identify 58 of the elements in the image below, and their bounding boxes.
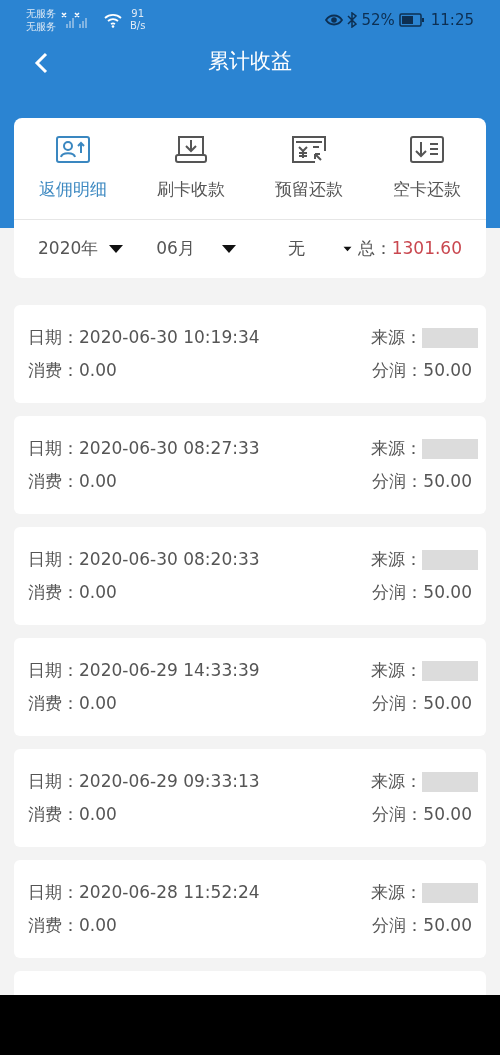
record-date: 日期：2020-06-30 08:27:33 <box>28 437 260 460</box>
blurred-name <box>422 549 478 570</box>
record-share: 分润：50.00 <box>372 469 472 493</box>
blurred-name <box>422 327 478 348</box>
dropdown-caret-icon <box>220 244 237 254</box>
back-icon[interactable] <box>34 52 48 74</box>
record-spend: 消费：0.00 <box>28 913 117 937</box>
record-date: 日期：2020-06-29 14:33:39 <box>28 659 260 682</box>
tab[interactable]: 空卡还款 <box>368 118 486 219</box>
total-amount: 1301.60 <box>391 237 462 261</box>
record-share: 分润：50.00 <box>372 358 472 382</box>
record-spend: 消费：0.00 <box>28 358 117 382</box>
record-spend: 消费：0.00 <box>28 580 117 604</box>
battery-icon <box>398 13 425 27</box>
tab[interactable]: 返佣明细 <box>14 118 132 219</box>
eye-icon <box>325 13 344 27</box>
carrier-text: 无服务 <box>26 20 56 33</box>
source-label: 来源： <box>371 548 422 571</box>
page-title: 累计收益 <box>208 48 292 76</box>
tab[interactable]: 预留还款 <box>250 118 368 219</box>
record-spend: 消费：0.00 <box>28 469 117 493</box>
source-label: 来源： <box>371 437 422 460</box>
record-spend: 消费：0.00 <box>28 691 117 715</box>
bluetooth-icon <box>347 12 358 28</box>
filter-dropdown[interactable]: 2020年 <box>38 236 131 262</box>
source-label: 来源： <box>371 770 422 793</box>
record-share: 分润：50.00 <box>372 913 472 937</box>
download-list-icon <box>409 134 445 165</box>
id-card-icon <box>55 134 91 165</box>
record-spend: 消费：0.00 <box>28 802 117 826</box>
source-label: 来源： <box>371 881 422 904</box>
record-date: 日期：2020-06-30 08:20:33 <box>28 548 260 571</box>
dropdown-caret-icon <box>342 244 352 254</box>
record-share: 分润：50.00 <box>372 802 472 826</box>
battery-percent: 52% <box>361 9 395 31</box>
blurred-name <box>422 660 478 681</box>
speed-unit: B/s <box>130 20 146 32</box>
total-label: 总： <box>357 237 392 261</box>
wifi-icon <box>104 12 122 28</box>
yuan-bill-icon <box>291 134 327 165</box>
record-share: 分润：50.00 <box>372 580 472 604</box>
blurred-name <box>422 771 478 792</box>
record-date: 日期：2020-06-29 09:33:13 <box>28 770 260 793</box>
record-share: 分润：50.00 <box>372 691 472 715</box>
blurred-name <box>422 882 478 903</box>
clock-text: 11:25 <box>430 9 474 31</box>
filter-dropdown[interactable]: 06月 <box>156 236 262 262</box>
record-date: 日期：2020-06-28 11:52:24 <box>28 881 260 904</box>
carrier-text: 无服务 <box>26 7 56 20</box>
speed-value: 91 <box>131 8 145 20</box>
download-tray-icon <box>173 134 209 165</box>
record-date: 日期：2020-06-30 10:19:34 <box>28 326 260 349</box>
tab[interactable]: 刷卡收款 <box>132 118 250 219</box>
source-label: 来源： <box>371 326 422 349</box>
dropdown-caret-icon <box>108 244 125 254</box>
source-label: 来源： <box>371 659 422 682</box>
blurred-name <box>422 438 478 459</box>
filter-dropdown[interactable]: 无 <box>279 236 352 262</box>
